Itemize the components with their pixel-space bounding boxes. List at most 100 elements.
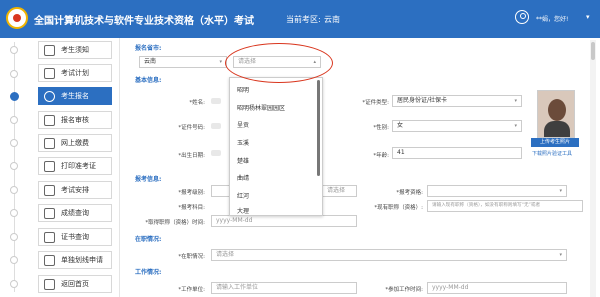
chevron-down-icon: ▾ xyxy=(559,188,562,194)
sidebar-item-label: 返回首页 xyxy=(61,280,89,288)
birth-value-blurred xyxy=(211,150,221,156)
user-icon[interactable] xyxy=(515,10,529,24)
sidebar-item-label: 单独划线申请 xyxy=(61,256,103,264)
timeline-dot-active xyxy=(10,92,19,101)
work-date-placeholder: yyyy-MM-dd xyxy=(432,284,469,291)
gender-label: *性别: xyxy=(373,125,389,131)
app-title: 全国计算机技术与软件专业技术资格（水平）考试 xyxy=(34,16,254,27)
city-dropdown-list[interactable]: 昭明 昭明杨林翠园园区 呈贡 玉溪 楚雄 曲靖 红河 大理 xyxy=(229,77,323,216)
timeline-dot xyxy=(10,70,18,78)
city-option[interactable]: 曲靖 xyxy=(237,173,249,182)
cert-no-blurred xyxy=(211,123,221,129)
notice-icon xyxy=(44,44,55,56)
status-select[interactable]: 请选择 ▾ xyxy=(211,249,567,261)
sidebar-item-label: 考生报名 xyxy=(61,92,89,100)
chevron-down-icon: ▾ xyxy=(514,98,517,104)
name-value-blurred xyxy=(211,98,221,104)
age-field[interactable]: 41 xyxy=(392,147,522,159)
current-title-label: *现有职称（资格）: xyxy=(374,205,423,211)
region-label: 当前考区: xyxy=(286,15,321,24)
apply-icon xyxy=(44,254,55,266)
page-scrollbar-thumb[interactable] xyxy=(591,42,595,60)
candidate-photo xyxy=(537,90,575,138)
work-date-input[interactable]: yyyy-MM-dd xyxy=(427,282,567,294)
name-label: *姓名: xyxy=(189,100,205,106)
province-select[interactable]: 云南 ▾ xyxy=(139,56,227,68)
title-date-placeholder: yyyy-MM-dd xyxy=(216,217,253,224)
exam-level-placeholder-box: 请选择 xyxy=(323,185,357,197)
city-option[interactable]: 昭明 xyxy=(237,85,249,94)
dropdown-scrollbar[interactable] xyxy=(317,80,320,176)
timeline-dot xyxy=(10,233,18,241)
city-option[interactable]: 昭明杨林翠园园区 xyxy=(237,103,285,112)
timeline-dot xyxy=(10,209,18,217)
age-label: *年龄: xyxy=(373,153,389,159)
city-option[interactable]: 大理 xyxy=(237,206,249,215)
chevron-down-icon: ▾ xyxy=(514,123,517,129)
section-work: 工作情况: xyxy=(135,269,162,276)
timeline-dot xyxy=(10,280,18,288)
sidebar-item-score[interactable]: 成绩查询 xyxy=(38,204,112,222)
gender-value: 女 xyxy=(397,122,404,129)
schedule-icon xyxy=(44,184,55,196)
sidebar: 考生须知 考试计划 考生报名 报名审核 网上缴费 打印准考证 考试安排 成绩查询… xyxy=(0,38,120,297)
download-tool-link[interactable]: 下载照片验证工具 xyxy=(532,150,572,157)
cert-type-label: *证件类型: xyxy=(362,100,389,106)
timeline-dot xyxy=(10,186,18,194)
current-title-input[interactable]: 请输入现有职称（资格），如没有职称则填写“无”或者 xyxy=(427,200,583,212)
cert-type-value: 居民身份证/社保卡 xyxy=(397,97,448,104)
exam-qual-label: *报考资格: xyxy=(396,190,423,196)
work-unit-input[interactable]: 请输入工作单位 xyxy=(211,282,357,294)
sidebar-item-label: 考生须知 xyxy=(61,46,89,54)
highlight-annotation xyxy=(225,43,333,83)
section-region: 报名省市: xyxy=(135,45,162,52)
city-option[interactable]: 玉溪 xyxy=(237,138,249,147)
timeline-dot xyxy=(10,46,18,54)
work-date-label: *参加工作时间: xyxy=(385,287,423,293)
chevron-down-icon: ▾ xyxy=(219,59,222,65)
upload-photo-button[interactable]: 上传考生照片 xyxy=(531,138,579,147)
city-option[interactable]: 呈贡 xyxy=(237,120,249,129)
work-unit-placeholder: 请输入工作单位 xyxy=(216,284,259,291)
sidebar-item-label: 打印准考证 xyxy=(61,162,96,170)
sidebar-item-certificate[interactable]: 证书查询 xyxy=(38,228,112,246)
timeline-dot xyxy=(10,139,18,147)
sidebar-item-register[interactable]: 考生报名 xyxy=(38,87,112,105)
section-exam: 报考信息: xyxy=(135,176,162,183)
title-date-input[interactable]: yyyy-MM-dd xyxy=(211,215,357,227)
cert-no-label: *证件号码: xyxy=(178,125,205,131)
payment-icon xyxy=(44,137,55,149)
birth-label: *出生日期: xyxy=(178,153,205,159)
city-option[interactable]: 红河 xyxy=(237,191,249,200)
status-placeholder: 请选择 xyxy=(216,251,235,258)
gender-select[interactable]: 女 ▾ xyxy=(392,120,522,132)
audit-icon xyxy=(44,114,55,126)
city-option[interactable]: 楚雄 xyxy=(237,156,249,165)
timeline-dot xyxy=(10,256,18,264)
sidebar-item-label: 考试计划 xyxy=(61,69,89,77)
cert-type-select[interactable]: 居民身份证/社保卡 ▾ xyxy=(392,95,522,107)
printer-icon xyxy=(44,160,55,172)
sidebar-item-notice[interactable]: 考生须知 xyxy=(38,41,112,59)
sidebar-item-apply[interactable]: 单独划线申请 xyxy=(38,251,112,269)
exam-level-label: *报考级别: xyxy=(178,190,205,196)
sidebar-item-print[interactable]: 打印准考证 xyxy=(38,157,112,175)
top-bar: 全国计算机技术与软件专业技术资格（水平）考试 当前考区: 云南 **娟，您好! … xyxy=(0,0,600,38)
status-label: *在职情况: xyxy=(178,254,205,260)
sidebar-item-payment[interactable]: 网上缴费 xyxy=(38,134,112,152)
sidebar-item-label: 考试安排 xyxy=(61,186,89,194)
user-greeting[interactable]: **娟，您好! xyxy=(536,14,568,23)
sidebar-item-audit[interactable]: 报名审核 xyxy=(38,111,112,129)
current-title-placeholder: 请输入现有职称（资格），如没有职称则填写“无”或者 xyxy=(432,203,541,208)
logo-icon xyxy=(6,7,28,29)
certificate-icon xyxy=(44,231,55,243)
chevron-down-icon[interactable]: ▾ xyxy=(586,13,590,21)
exam-qual-select[interactable]: ▾ xyxy=(427,185,567,197)
work-unit-label: *工作单位: xyxy=(178,287,205,293)
page-scrollbar-track[interactable] xyxy=(590,40,596,297)
sidebar-item-home[interactable]: 返回首页 xyxy=(38,275,112,293)
search-icon xyxy=(44,207,55,219)
clock-icon xyxy=(44,90,55,102)
sidebar-item-plan[interactable]: 考试计划 xyxy=(38,64,112,82)
sidebar-item-schedule[interactable]: 考试安排 xyxy=(38,181,112,199)
